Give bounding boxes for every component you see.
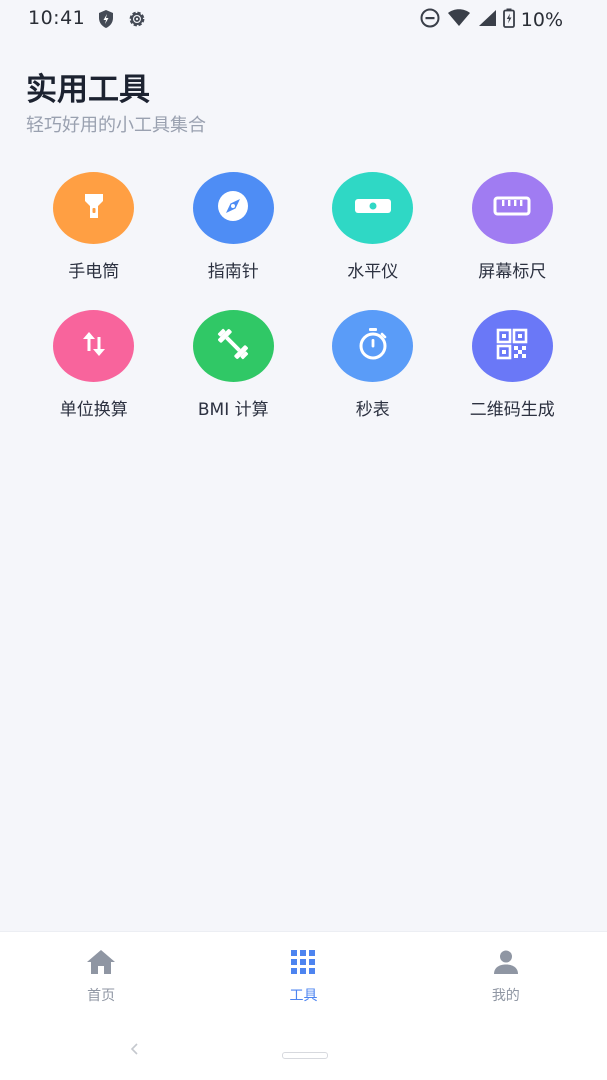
tool-bmi-circle[interactable]	[192, 310, 274, 382]
nav-tools-label: 工具	[289, 988, 318, 1004]
dnd-icon	[419, 7, 441, 33]
tool-qrcode-circle[interactable]	[471, 310, 553, 382]
stopwatch-icon	[357, 327, 389, 365]
tool-level-circle[interactable]	[332, 172, 414, 244]
tool-compass-label: 指南针	[207, 262, 259, 282]
tool-level-label: 水平仪	[347, 262, 399, 282]
signal-icon	[477, 8, 497, 32]
tool-ruler[interactable]: 屏幕标尺	[443, 172, 583, 282]
tool-stopwatch-circle[interactable]	[332, 310, 414, 382]
compass-icon	[216, 189, 250, 227]
tool-ruler-circle[interactable]	[471, 172, 553, 244]
tool-qrcode-label: 二维码生成	[469, 400, 555, 420]
tool-grid: 手电筒 指南针 水平仪 屏幕标尺 单位换算 BMI 计算 秒表 二维码生成	[24, 172, 582, 420]
status-right-icons: 10%	[419, 7, 563, 33]
tool-bmi[interactable]: BMI 计算	[164, 310, 304, 420]
flashlight-icon	[81, 191, 107, 225]
battery-icon	[502, 8, 515, 32]
tool-compass[interactable]: 指南针	[164, 172, 304, 282]
nav-home[interactable]: 首页	[0, 932, 202, 1017]
back-icon[interactable]	[124, 1038, 146, 1060]
tool-stopwatch[interactable]: 秒表	[303, 310, 443, 420]
ruler-icon	[493, 195, 531, 221]
tool-level[interactable]: 水平仪	[303, 172, 443, 282]
qrcode-icon	[496, 328, 528, 364]
nav-profile-label: 我的	[491, 988, 520, 1004]
tool-unit-converter-label: 单位换算	[59, 400, 128, 420]
tool-unit-converter-circle[interactable]	[53, 310, 135, 382]
grid-icon	[289, 948, 317, 980]
system-nav-bar	[0, 1016, 607, 1080]
app-screen: 10:41 10% 实用工具 轻巧好用的小工具集合 手电筒 指南针 水平仪 屏幕…	[0, 0, 607, 1080]
home-icon	[85, 948, 117, 980]
status-left-icons	[97, 9, 147, 33]
tool-flashlight[interactable]: 手电筒	[24, 172, 164, 282]
page-subtitle: 轻巧好用的小工具集合	[26, 115, 206, 136]
dumbbell-icon	[214, 325, 252, 367]
status-bar: 10:41 10%	[0, 0, 607, 38]
tool-flashlight-circle[interactable]	[53, 172, 135, 244]
shield-icon	[97, 9, 115, 33]
nav-home-label: 首页	[87, 988, 116, 1004]
battery-percent: 10%	[520, 9, 563, 31]
swap-icon	[80, 329, 108, 363]
tool-compass-circle[interactable]	[192, 172, 274, 244]
page-title: 实用工具	[26, 72, 150, 108]
nav-tools[interactable]: 工具	[202, 932, 404, 1017]
tool-stopwatch-label: 秒表	[355, 400, 390, 420]
bottom-nav: 首页 工具 我的	[0, 931, 607, 1017]
home-gesture-pill[interactable]	[282, 1052, 328, 1059]
tool-qrcode[interactable]: 二维码生成	[443, 310, 583, 420]
tool-bmi-label: BMI 计算	[197, 400, 269, 420]
nav-profile[interactable]: 我的	[405, 932, 607, 1017]
gear-icon	[127, 9, 147, 33]
status-time: 10:41	[28, 7, 86, 29]
level-icon	[354, 198, 392, 218]
tool-flashlight-label: 手电筒	[68, 262, 120, 282]
person-icon	[492, 948, 520, 980]
wifi-icon	[447, 8, 471, 32]
tool-unit-converter[interactable]: 单位换算	[24, 310, 164, 420]
tool-ruler-label: 屏幕标尺	[478, 262, 547, 282]
